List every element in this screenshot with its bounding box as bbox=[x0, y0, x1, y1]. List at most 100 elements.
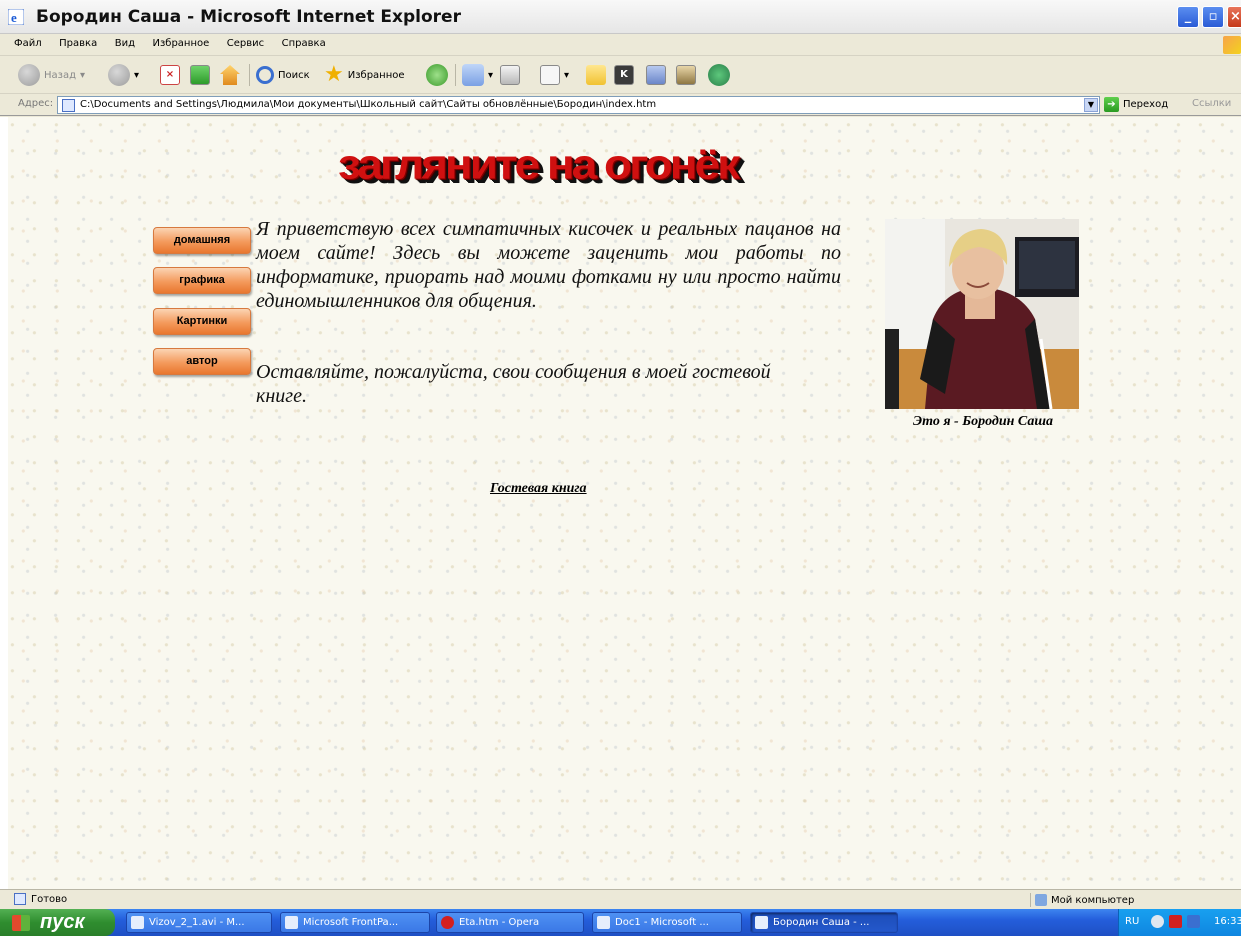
go-button[interactable]: ➔ Переход bbox=[1104, 97, 1168, 112]
home-icon bbox=[220, 65, 240, 85]
mail-icon bbox=[462, 64, 484, 86]
address-input[interactable]: C:\Documents and Settings\Людмила\Мои до… bbox=[57, 96, 1100, 114]
frontpage-icon bbox=[285, 916, 298, 929]
edit-button[interactable]: ▾ bbox=[540, 63, 569, 87]
search-icon bbox=[256, 66, 274, 84]
windows-logo-icon bbox=[1223, 36, 1241, 54]
address-label: Адрес: bbox=[18, 98, 54, 109]
messenger-button[interactable] bbox=[646, 63, 666, 87]
chevron-down-icon: ▾ bbox=[134, 69, 140, 81]
forward-button[interactable]: ▾ bbox=[108, 63, 139, 87]
menu-bar: Файл Правка Вид Избранное Сервис Справка bbox=[0, 34, 1241, 56]
network-icon[interactable] bbox=[1151, 915, 1164, 928]
refresh-button[interactable] bbox=[190, 63, 210, 87]
chevron-down-icon: ▾ bbox=[564, 69, 570, 81]
print-button[interactable] bbox=[500, 63, 520, 87]
nav-author-button[interactable]: автор bbox=[153, 348, 251, 375]
go-arrow-icon: ➔ bbox=[1104, 97, 1119, 112]
people-button[interactable] bbox=[708, 63, 730, 87]
restore-button[interactable]: ▫ bbox=[1202, 6, 1224, 28]
menu-help[interactable]: Справка bbox=[282, 38, 326, 49]
word-icon bbox=[597, 916, 610, 929]
favorites-button[interactable]: ★ Избранное bbox=[324, 63, 405, 87]
nav-pictures-button[interactable]: Картинки bbox=[153, 308, 251, 335]
chevron-down-icon: ▾ bbox=[80, 69, 86, 81]
taskbar: пуск Vizov_2_1.avi - M... Microsoft Fron… bbox=[0, 909, 1241, 936]
internet-explorer-icon: e bbox=[8, 9, 24, 25]
search-button[interactable]: Поиск bbox=[256, 63, 310, 87]
clock: 16:33 bbox=[1214, 916, 1241, 927]
chevron-down-icon[interactable]: ▼ bbox=[1084, 98, 1098, 112]
nav-home-button[interactable]: домашняя bbox=[153, 227, 251, 254]
menu-favorites[interactable]: Избранное bbox=[152, 38, 209, 49]
go-label: Переход bbox=[1123, 99, 1169, 110]
menu-view[interactable]: Вид bbox=[115, 38, 135, 49]
nav-graphics-button[interactable]: графика bbox=[153, 267, 251, 294]
messenger-icon bbox=[646, 65, 666, 85]
author-photo-image bbox=[885, 219, 1079, 409]
author-photo bbox=[885, 219, 1079, 409]
research-button[interactable] bbox=[676, 63, 696, 87]
system-tray: RU 16:33 bbox=[1118, 909, 1241, 936]
refresh-icon bbox=[190, 65, 210, 85]
task-word[interactable]: Doc1 - Microsoft ... bbox=[592, 912, 742, 933]
home-button[interactable] bbox=[220, 63, 240, 87]
title-bar: e Бородин Саша - Microsoft Internet Expl… bbox=[0, 0, 1241, 34]
banner-text: загляните на огонёк bbox=[338, 140, 740, 188]
close-button[interactable]: × bbox=[1227, 6, 1241, 28]
menu-edit[interactable]: Правка bbox=[59, 38, 97, 49]
svg-text:e: e bbox=[11, 10, 17, 25]
internet-explorer-icon bbox=[755, 916, 768, 929]
guestbook-invite-text: Оставляйте, пожалуйста, свои сообщения в… bbox=[256, 361, 771, 407]
folder-button[interactable] bbox=[586, 63, 606, 87]
zone-label: Мой компьютер bbox=[1051, 894, 1135, 906]
research-icon bbox=[676, 65, 696, 85]
opera-icon bbox=[441, 916, 454, 929]
task-opera[interactable]: Eta.htm - Opera bbox=[436, 912, 584, 933]
edit-icon bbox=[540, 65, 560, 85]
volume-icon[interactable] bbox=[1187, 915, 1200, 928]
guestbook-link[interactable]: Гостевая книга bbox=[490, 481, 587, 497]
status-bar: Готово Мой компьютер bbox=[0, 889, 1241, 909]
intro-text: Я приветствую всех симпатичных кисочек и… bbox=[256, 218, 841, 312]
back-button[interactable]: Назад ▾ bbox=[18, 63, 85, 87]
minimize-button[interactable]: _ bbox=[1177, 6, 1199, 28]
task-label: Eta.htm - Opera bbox=[459, 917, 540, 928]
page-icon bbox=[62, 99, 75, 112]
language-indicator[interactable]: RU bbox=[1125, 916, 1139, 927]
windows-flag-icon bbox=[12, 915, 30, 931]
task-label: Doc1 - Microsoft ... bbox=[615, 917, 709, 928]
status-text: Готово bbox=[31, 893, 68, 905]
favorites-label: Избранное bbox=[347, 69, 405, 81]
menu-tools[interactable]: Сервис bbox=[227, 38, 264, 49]
banner-wordart: загляните на огонёк bbox=[338, 133, 923, 191]
history-button[interactable] bbox=[426, 63, 448, 87]
chevron-down-icon: ▾ bbox=[488, 69, 494, 81]
start-button[interactable]: пуск bbox=[0, 909, 115, 936]
page-content: загляните на огонёк домашняя графика Кар… bbox=[0, 117, 1241, 889]
toolbar: Назад ▾ ▾ × Поиск ★ Избранное ▾ ▾ K bbox=[0, 56, 1241, 94]
forward-arrow-icon bbox=[108, 64, 130, 86]
photo-caption: Это я - Бородин Саша bbox=[913, 414, 1053, 429]
task-ie-active[interactable]: Бородин Саша - ... bbox=[750, 912, 898, 933]
page-icon bbox=[14, 893, 26, 905]
media-player-icon bbox=[131, 916, 144, 929]
task-label: Бородин Саша - ... bbox=[773, 917, 870, 928]
people-icon bbox=[708, 64, 730, 86]
toolbar-separator bbox=[455, 64, 456, 86]
start-label: пуск bbox=[40, 911, 85, 933]
links-button[interactable]: Ссылки bbox=[1192, 98, 1231, 109]
menu-file[interactable]: Файл bbox=[14, 38, 42, 49]
back-label: Назад bbox=[44, 69, 77, 81]
toolbar-separator bbox=[249, 64, 250, 86]
search-label: Поиск bbox=[278, 69, 310, 81]
stop-button[interactable]: × bbox=[160, 63, 180, 87]
mail-button[interactable]: ▾ bbox=[462, 63, 493, 87]
star-icon: ★ bbox=[324, 62, 344, 87]
task-label: Microsoft FrontPa... bbox=[303, 917, 399, 928]
task-frontpage[interactable]: Microsoft FrontPa... bbox=[280, 912, 430, 933]
antivirus-icon[interactable] bbox=[1169, 915, 1182, 928]
k-button[interactable]: K bbox=[614, 63, 634, 87]
task-video[interactable]: Vizov_2_1.avi - M... bbox=[126, 912, 272, 933]
address-bar: Адрес: C:\Documents and Settings\Людмила… bbox=[0, 94, 1241, 116]
